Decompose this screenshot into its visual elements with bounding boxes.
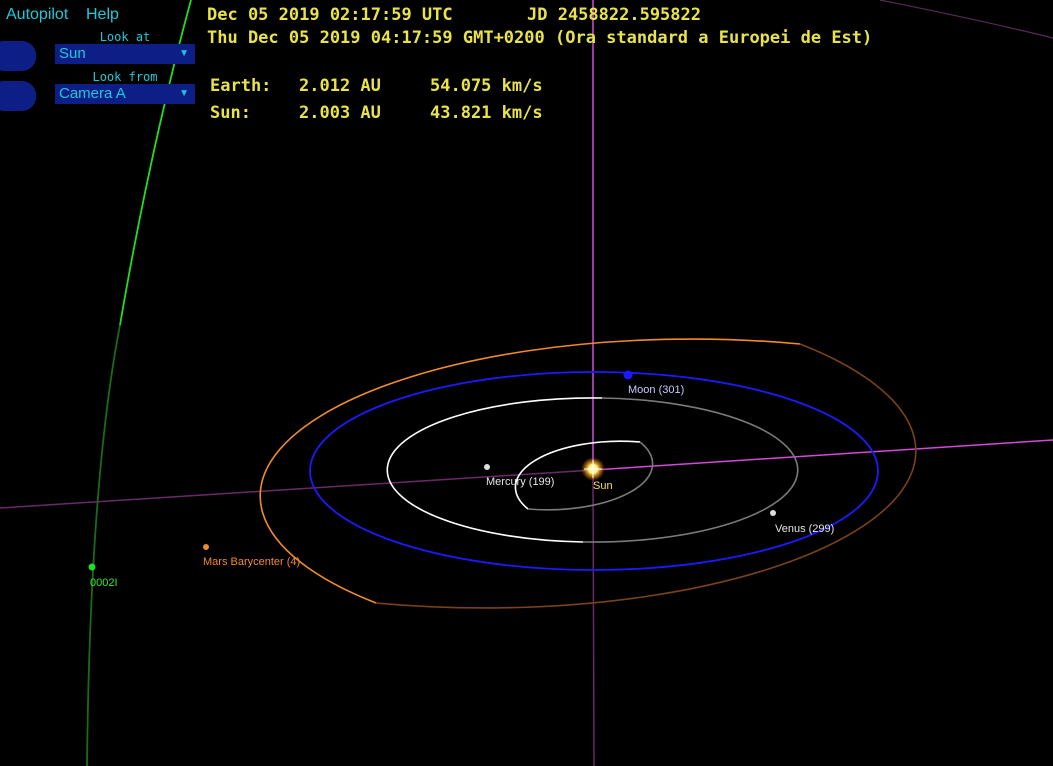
sun-label[interactable]: Sun [593,480,613,492]
comet-trajectory-dim [86,324,121,766]
look-from-value: Camera A [59,85,126,102]
earth-distance: 2.012 AU [299,76,381,96]
moon-marker[interactable] [623,370,633,380]
venus-orbit-dim [582,397,799,543]
earth-stat-name: Earth: [210,76,272,96]
venus-marker[interactable] [770,510,776,516]
utc-time: Dec 05 2019 02:17:59 UTC [207,5,453,25]
look-at-value: Sun [59,45,86,62]
look-from-select[interactable]: Camera A ▼ [55,84,195,104]
mars-label[interactable]: Mars Barycenter (4) [203,556,300,568]
look-at-select[interactable]: Sun ▼ [55,44,195,64]
autopilot-menu[interactable]: Autopilot [6,6,68,24]
help-menu[interactable]: Help [86,6,119,24]
sun-speed: 43.821 km/s [430,103,543,123]
mars-marker[interactable] [203,544,209,550]
side-panel-button-bottom[interactable] [0,81,36,111]
local-time: Thu Dec 05 2019 04:17:59 GMT+0200 (Ora s… [207,28,873,48]
earth-speed: 54.075 km/s [430,76,543,96]
sun-distance: 2.003 AU [299,103,381,123]
mercury-marker[interactable] [484,464,490,470]
moon-label[interactable]: Moon (301) [628,384,684,396]
vertical-axis-dim [592,469,595,766]
venus-orbit-bright [386,397,603,543]
look-from-label: Look from [92,70,158,84]
mars-orbit-bright [259,338,801,604]
sun-stat-name: Sun: [210,103,251,123]
mercury-label[interactable]: Mercury (199) [486,476,554,488]
julian-date: JD 2458822.595822 [527,5,701,25]
comet-label[interactable]: 0002I [90,577,118,589]
venus-label[interactable]: Venus (299) [775,523,834,535]
side-panel-button-top[interactable] [0,41,36,71]
ecliptic-axis-bright [592,439,1053,471]
distant-orbit [879,0,1053,39]
chevron-down-icon: ▼ [179,88,189,99]
comet-marker[interactable] [88,563,96,571]
look-at-label: Look at [99,30,151,44]
chevron-down-icon: ▼ [179,48,189,59]
